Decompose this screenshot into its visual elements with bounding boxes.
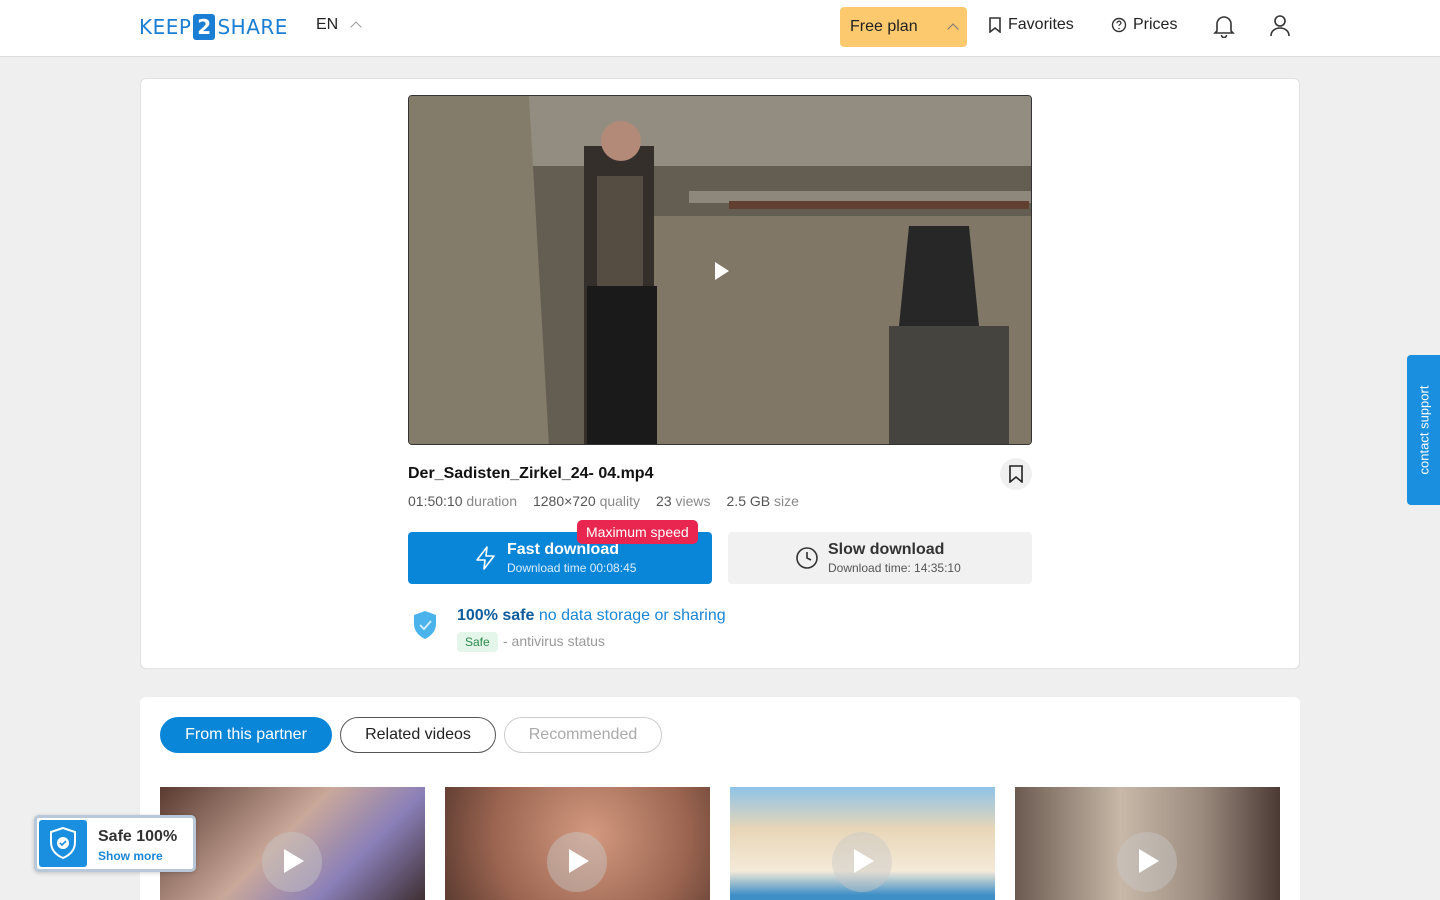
bookmark-icon — [1009, 465, 1023, 483]
prices-label: Prices — [1133, 16, 1178, 33]
play-icon — [854, 849, 874, 873]
meta-views: 23 views — [656, 493, 711, 509]
lightning-icon — [476, 546, 495, 570]
play-icon[interactable] — [714, 261, 730, 281]
prices-link[interactable]: Prices — [1111, 16, 1177, 34]
bookmark-icon — [989, 17, 1001, 33]
file-meta: 01:50:10 duration 1280×720 quality 23 vi… — [408, 493, 799, 509]
file-name: Der_Sadisten_Zirkel_24- 04.mp4 — [408, 465, 654, 482]
chevron-up-icon — [947, 23, 959, 35]
plan-dropdown-button[interactable]: Free plan — [840, 7, 967, 47]
user-icon[interactable] — [1269, 14, 1291, 38]
logo-text-left: KEEP — [139, 15, 192, 39]
safety-notice: 100% safe no data storage or sharing — [457, 607, 726, 624]
favorites-link[interactable]: Favorites — [988, 16, 1074, 34]
shield-check-icon — [414, 611, 436, 639]
video-thumbnail[interactable] — [160, 787, 425, 900]
help-circle-icon — [1111, 17, 1127, 33]
meta-duration: 01:50:10 duration — [408, 493, 517, 509]
clock-icon — [796, 547, 818, 569]
video-thumbnail[interactable] — [445, 787, 710, 900]
site-logo[interactable]: KEEP 2 SHARE — [139, 14, 288, 40]
slow-download-time: Download time: 14:35:10 — [828, 561, 961, 575]
language-selector[interactable]: EN — [316, 16, 362, 34]
video-thumbnail[interactable] — [1015, 787, 1280, 900]
tab-related-videos[interactable]: Related videos — [340, 717, 496, 753]
play-icon — [569, 849, 589, 873]
play-icon — [284, 849, 304, 873]
tab-recommended[interactable]: Recommended — [504, 717, 662, 753]
maximum-speed-badge: Maximum speed — [577, 520, 698, 544]
logo-number: 2 — [193, 14, 216, 40]
play-button[interactable] — [832, 832, 892, 892]
antivirus-status-text: - antivirus status — [503, 633, 605, 649]
shield-icon — [39, 820, 87, 867]
play-button[interactable] — [262, 832, 322, 892]
show-more-link[interactable]: Show more — [98, 849, 163, 863]
safe-widget-title: Safe 100% — [98, 828, 178, 845]
antivirus-badge: Safe — [457, 632, 498, 652]
play-icon — [1139, 849, 1159, 873]
video-preview[interactable] — [408, 95, 1032, 445]
language-label: EN — [316, 16, 339, 33]
safe-widget[interactable]: Safe 100% Show more — [34, 815, 196, 872]
add-favorite-button[interactable] — [1000, 458, 1032, 490]
meta-size: 2.5 GB size — [726, 493, 799, 509]
play-button[interactable] — [1117, 832, 1177, 892]
slow-download-button[interactable]: Slow download Download time: 14:35:10 — [728, 532, 1032, 584]
chevron-up-icon — [350, 21, 362, 33]
top-header: KEEP 2 SHARE EN Free plan Favorites Prices — [0, 0, 1440, 57]
contact-support-button[interactable]: contact support — [1407, 355, 1440, 505]
meta-quality: 1280×720 quality — [532, 493, 641, 509]
plan-label: Free plan — [850, 18, 918, 35]
play-button[interactable] — [547, 832, 607, 892]
fast-download-time: Download time 00:08:45 — [507, 561, 637, 575]
favorites-label: Favorites — [1008, 16, 1074, 33]
tab-from-this-partner[interactable]: From this partner — [160, 717, 332, 753]
bell-icon[interactable] — [1213, 14, 1235, 38]
logo-text-right: SHARE — [217, 15, 288, 39]
slow-download-label: Slow download — [828, 541, 945, 558]
contact-support-label: contact support — [1416, 385, 1431, 475]
video-thumbnail[interactable] — [730, 787, 995, 900]
